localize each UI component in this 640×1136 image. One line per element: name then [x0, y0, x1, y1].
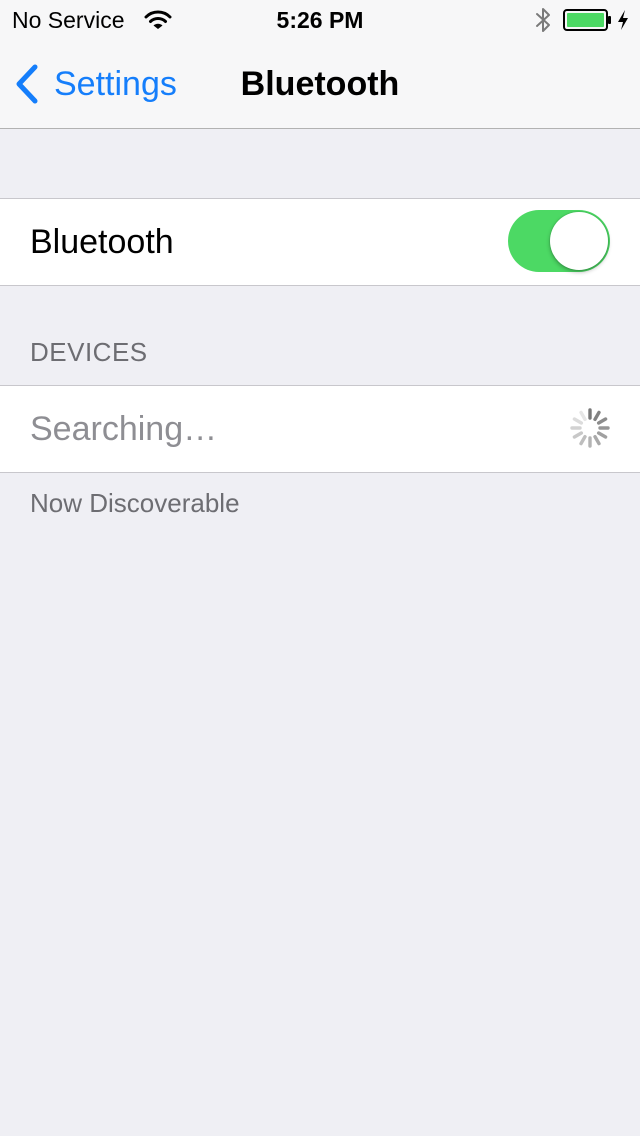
spinner-spoke: [572, 417, 584, 425]
spinner-spoke: [572, 431, 584, 439]
discoverable-status: Now Discoverable: [30, 488, 240, 518]
bluetooth-status-icon: [536, 8, 550, 32]
spinner-spoke: [579, 410, 587, 422]
bluetooth-toggle[interactable]: [508, 210, 610, 272]
battery-icon: [563, 9, 611, 31]
toggle-knob: [550, 212, 608, 270]
spinner-spoke: [596, 417, 608, 425]
navigation-bar: Settings Bluetooth: [0, 40, 640, 128]
device-search-row: Searching…: [0, 385, 640, 473]
spinner-spoke: [593, 434, 601, 446]
top-bar: No Service 5:26 PM Settings Bluetooth: [0, 0, 640, 129]
activity-spinner-icon: [570, 408, 610, 448]
devices-section-header: DEVICES: [30, 337, 148, 367]
spinner-spoke: [579, 434, 587, 446]
charging-bolt-icon: [618, 10, 628, 30]
bluetooth-setting-row: Bluetooth: [0, 198, 640, 286]
searching-label: Searching…: [30, 410, 218, 448]
spinner-spoke: [596, 431, 608, 439]
page-title: Bluetooth: [240, 65, 400, 103]
bluetooth-row-label: Bluetooth: [30, 223, 174, 261]
status-bar: No Service 5:26 PM: [0, 0, 640, 40]
spinner-spoke: [593, 410, 601, 422]
